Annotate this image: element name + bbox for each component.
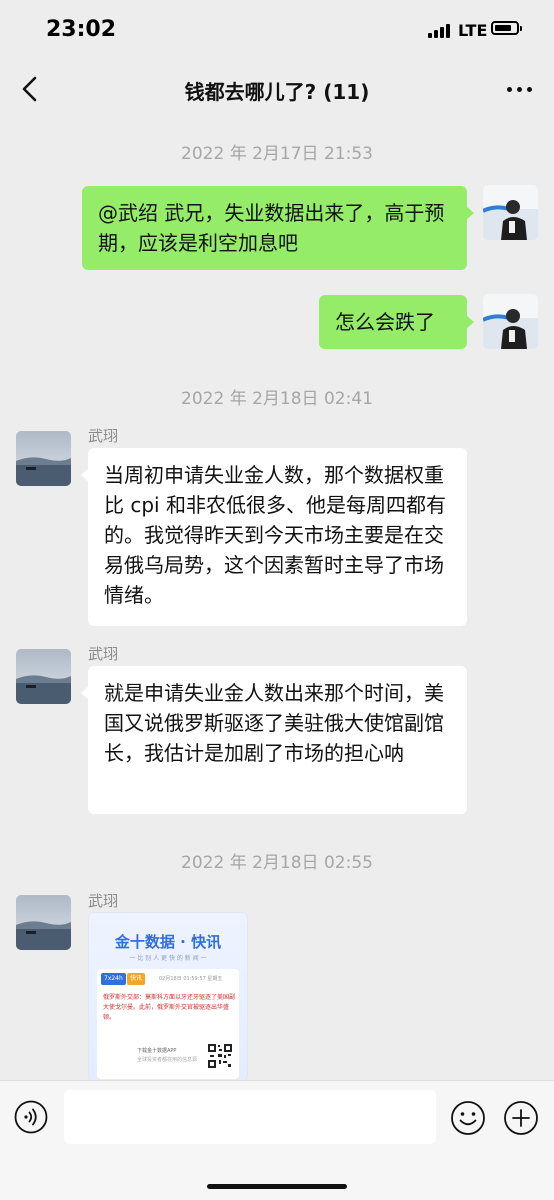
card-slogan: 一 比 别 人 更 快 的 新 闻 一 <box>129 955 207 962</box>
avatar-other[interactable] <box>16 895 71 950</box>
cellular-signal-icon <box>428 24 452 38</box>
chat-title: 钱都去哪儿了? (11) <box>184 80 370 104</box>
sender-name: 武珝 <box>88 427 119 445</box>
self-avatar-image <box>483 185 538 240</box>
message-bubble-other[interactable]: 当周初申请失业金人数，那个数据权重比 cpi 和非农低很多、他是每周四都有的。我… <box>81 448 467 626</box>
avatar-other[interactable] <box>16 431 71 486</box>
status-time: 23:02 <box>46 17 117 42</box>
message-bubble-self[interactable]: 怎么会跌了 <box>319 295 474 349</box>
message-timestamp: 2022 年 2月18日 02:41 <box>181 389 373 409</box>
card-news-text: 俄罗斯外交部：莫斯科方面以牙还牙驱逐了美国副大使戈尔曼。此前，俄罗斯外交官被驱逐… <box>103 994 236 1021</box>
qr-code-icon <box>207 1043 233 1069</box>
status-bar: 23:02 LTE <box>0 0 554 62</box>
shared-image-card[interactable]: 金十数据 · 快讯 一 比 别 人 更 快 的 新 闻 一 7x24h 快讯 0… <box>88 912 248 1082</box>
card-brand: 金十数据 · 快讯 <box>114 933 222 951</box>
card-download-text: 下载金十数据APP 全球投资者都在用的信息源 <box>137 1047 197 1063</box>
more-button[interactable] <box>504 76 534 102</box>
lake-avatar-image <box>16 431 71 486</box>
voice-button[interactable] <box>14 1100 48 1134</box>
card-download-title: 下载金十数据APP <box>137 1048 177 1054</box>
plus-icon <box>504 1101 538 1135</box>
avatar-self[interactable] <box>483 294 538 349</box>
card-news-panel: 7x24h 快讯 02月18日 01:59:57 星期五 俄罗斯外交部：莫斯科方… <box>97 969 239 1079</box>
message-timestamp: 2022 年 2月18日 02:55 <box>181 853 373 873</box>
message-bubble-other[interactable]: 就是申请失业金人数出来那个时间，美国又说俄罗斯驱逐了美驻俄大使馆副馆长，我估计是… <box>81 666 467 814</box>
sender-name: 武珝 <box>88 645 119 663</box>
voice-icon <box>14 1100 48 1134</box>
card-date: 02月18日 01:59:57 星期五 <box>159 976 223 982</box>
avatar-other[interactable] <box>16 649 71 704</box>
avatar-self[interactable] <box>483 185 538 240</box>
card-tag: 7x24h <box>101 973 126 985</box>
lake-avatar-image <box>16 895 71 950</box>
card-tag: 快讯 <box>127 973 146 985</box>
plus-button[interactable] <box>503 1100 539 1136</box>
lake-avatar-image <box>16 649 71 704</box>
message-input[interactable] <box>64 1090 436 1144</box>
home-indicator <box>207 1184 347 1189</box>
emoji-icon <box>451 1101 485 1135</box>
self-avatar-image <box>483 294 538 349</box>
message-bubble-self[interactable]: @武绍 武兄，失业数据出来了，高于预期，应该是利空加息吧 <box>82 186 474 270</box>
more-icon <box>507 87 512 92</box>
sender-name: 武珝 <box>88 892 119 910</box>
emoji-button[interactable] <box>450 1100 486 1136</box>
message-timestamp: 2022 年 2月17日 21:53 <box>181 144 373 164</box>
chat-header: 钱都去哪儿了? (11) <box>0 62 554 118</box>
chat-input-bar <box>0 1080 554 1200</box>
battery-icon <box>491 21 522 35</box>
network-type: LTE <box>458 21 488 40</box>
card-download-subtitle: 全球投资者都在用的信息源 <box>137 1057 198 1063</box>
